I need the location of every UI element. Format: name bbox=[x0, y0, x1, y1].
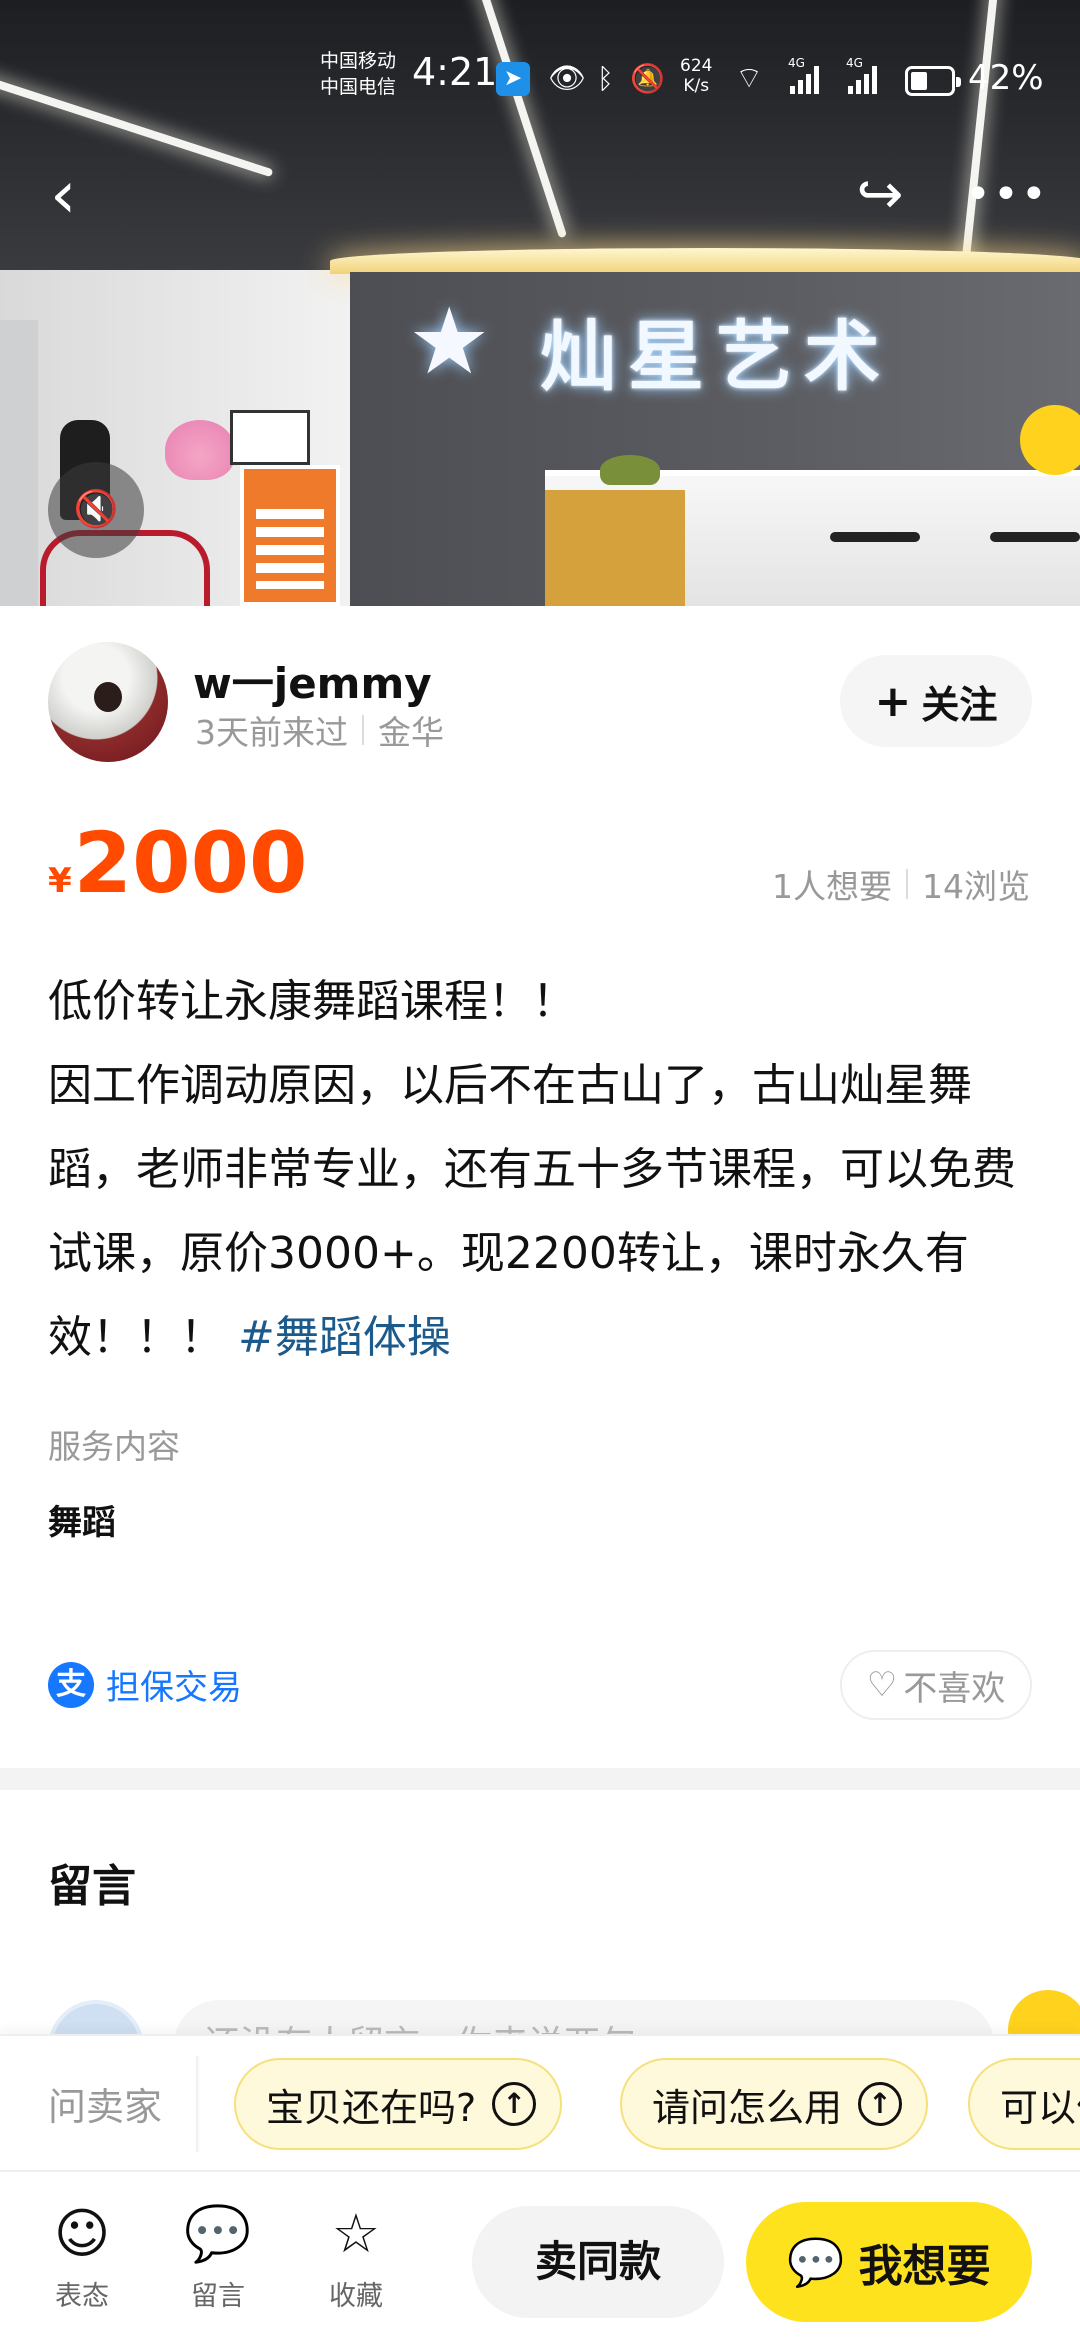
tab-comment[interactable]: 💬 留言 bbox=[168, 2202, 268, 2313]
bluetooth-icon: ᛒ bbox=[597, 62, 614, 95]
listing-page: ★ 灿星艺术 中国移动 中国电信 4:21 ➤ 👁 ᛒ 🔕 624 K/s ⌔ … bbox=[0, 0, 1080, 2340]
follow-button[interactable]: + 关注 bbox=[840, 655, 1032, 747]
wants-count: 1人想要 bbox=[772, 867, 892, 906]
signal-icon: 4G bbox=[788, 56, 819, 94]
studio-sign: 灿星艺术 bbox=[540, 312, 892, 401]
carrier-1: 中国移动 bbox=[320, 50, 397, 72]
signal-icon: 4G bbox=[846, 56, 877, 94]
guarantee-link[interactable]: 支 担保交易 bbox=[48, 1660, 242, 1709]
signal-type-1: 4G bbox=[788, 56, 805, 70]
cove-light bbox=[330, 248, 1080, 274]
smiley-icon: ☺ bbox=[53, 2202, 111, 2265]
carrier-labels: 中国移动 中国电信 bbox=[320, 48, 396, 100]
plant bbox=[600, 455, 660, 485]
door bbox=[0, 320, 38, 606]
net-speed-value: 624 bbox=[680, 56, 713, 76]
tutu bbox=[165, 420, 235, 480]
divider bbox=[906, 869, 908, 899]
up-arrow-icon: ↑ bbox=[858, 2082, 903, 2126]
seller-location: 金华 bbox=[378, 713, 444, 752]
section-divider bbox=[0, 1768, 1080, 1790]
want-label: 我想要 bbox=[858, 2241, 991, 2292]
clock: 4:21 bbox=[412, 50, 498, 94]
poster-board bbox=[240, 465, 340, 606]
description-text: 低价转让永康舞蹈课程！！ 因工作调动原因，以后不在古山了，古山灿星舞蹈，老师非常… bbox=[48, 976, 1016, 1363]
comments-title: 留言 bbox=[48, 1861, 136, 1912]
star-logo: ★ bbox=[408, 288, 491, 395]
price: ¥ 2000 bbox=[48, 815, 307, 911]
chip-label: 宝贝还在吗? bbox=[266, 2085, 477, 2130]
tab-favorite[interactable]: ☆ 收藏 bbox=[306, 2202, 406, 2313]
want-button[interactable]: 💬 我想要 bbox=[746, 2202, 1032, 2322]
dislike-button[interactable]: ♡ 不喜欢 bbox=[840, 1650, 1032, 1720]
mute-bell-icon: 🔕 bbox=[630, 62, 665, 95]
chat-icon: 💬 bbox=[787, 2234, 845, 2289]
tab-label: 表态 bbox=[55, 2281, 109, 2312]
wall-frame bbox=[230, 410, 310, 465]
star-icon: ☆ bbox=[331, 2202, 381, 2265]
battery-icon bbox=[905, 66, 961, 96]
bottom-action-bar: ☺ 表态 💬 留言 ☆ 收藏 卖同款 💬 我想要 bbox=[0, 2170, 1080, 2340]
status-bar: 中国移动 中国电信 4:21 ➤ 👁 ᛒ 🔕 624 K/s ⌔ 4G 4G 4… bbox=[0, 44, 1080, 114]
bar-stool bbox=[990, 532, 1080, 542]
hashtag-link[interactable]: #舞蹈体操 bbox=[238, 1312, 451, 1363]
carrier-2: 中国电信 bbox=[320, 76, 397, 98]
chip-label: 请问怎么用 bbox=[652, 2085, 843, 2130]
eye-icon: 👁 bbox=[548, 61, 587, 96]
net-speed: 624 K/s bbox=[680, 56, 712, 96]
service-label: 服务内容 bbox=[48, 1427, 180, 1466]
signal-type-2: 4G bbox=[846, 56, 863, 70]
seller-avatar[interactable] bbox=[48, 642, 168, 762]
listing-description: 低价转让永康舞蹈课程！！ 因工作调动原因，以后不在古山了，古山灿星舞蹈，老师非常… bbox=[48, 960, 1038, 1380]
seller-meta: 3天前来过 金华 bbox=[195, 706, 444, 754]
mute-speaker-icon[interactable]: 🔇 bbox=[48, 462, 144, 558]
counter-panel bbox=[545, 490, 685, 606]
plus-icon: + bbox=[874, 675, 912, 727]
share-icon[interactable]: ↪ bbox=[845, 160, 915, 230]
guarantee-label: 担保交易 bbox=[106, 1668, 242, 1708]
sell-same-button[interactable]: 卖同款 bbox=[472, 2206, 724, 2318]
tab-label: 收藏 bbox=[329, 2281, 383, 2312]
quick-ask-chip[interactable]: 宝贝还在吗? ↑ bbox=[234, 2058, 563, 2150]
wifi-icon: ⌔ bbox=[735, 61, 764, 96]
quick-ask-chip[interactable]: 可以便宜点吗 bbox=[968, 2058, 1080, 2150]
ask-seller-label: 问卖家 bbox=[48, 2085, 163, 2129]
up-arrow-icon: ↑ bbox=[492, 2082, 537, 2126]
chat-bubble-icon: 💬 bbox=[184, 2202, 252, 2265]
divider bbox=[196, 2056, 200, 2152]
back-chevron-icon[interactable]: ‹ bbox=[50, 160, 110, 230]
app-notification-icon: ➤ bbox=[496, 62, 530, 96]
price-amount: 2000 bbox=[73, 814, 308, 912]
chip-label: 可以便宜点吗 bbox=[1000, 2085, 1080, 2130]
service-value: 舞蹈 bbox=[48, 1503, 116, 1543]
quick-ask-bar: 问卖家 宝贝还在吗? ↑ 请问怎么用 ↑ 可以便宜点吗 bbox=[0, 2034, 1080, 2168]
last-seen: 3天前来过 bbox=[195, 713, 348, 752]
battery-percent: 42% bbox=[968, 58, 1044, 98]
views-count: 14浏览 bbox=[922, 867, 1030, 906]
follow-label: 关注 bbox=[921, 682, 998, 727]
listing-video[interactable]: ★ 灿星艺术 中国移动 中国电信 4:21 ➤ 👁 ᛒ 🔕 624 K/s ⌔ … bbox=[0, 0, 1080, 606]
seller-username[interactable]: w一jemmy bbox=[193, 650, 432, 711]
broken-heart-icon: ♡ bbox=[866, 1665, 898, 1705]
divider bbox=[362, 715, 364, 745]
currency-symbol: ¥ bbox=[48, 861, 72, 901]
dislike-label: 不喜欢 bbox=[903, 1668, 1006, 1709]
bar-stool bbox=[830, 532, 920, 542]
more-dots-icon[interactable]: ••• bbox=[965, 165, 1047, 225]
tab-label: 留言 bbox=[191, 2281, 245, 2312]
listing-stats: 1人想要 14浏览 bbox=[772, 860, 1030, 908]
quick-ask-chip[interactable]: 请问怎么用 ↑ bbox=[620, 2058, 929, 2150]
tab-react[interactable]: ☺ 表态 bbox=[32, 2202, 132, 2313]
alipay-icon: 支 bbox=[48, 1661, 94, 1708]
net-speed-unit: K/s bbox=[683, 76, 710, 96]
